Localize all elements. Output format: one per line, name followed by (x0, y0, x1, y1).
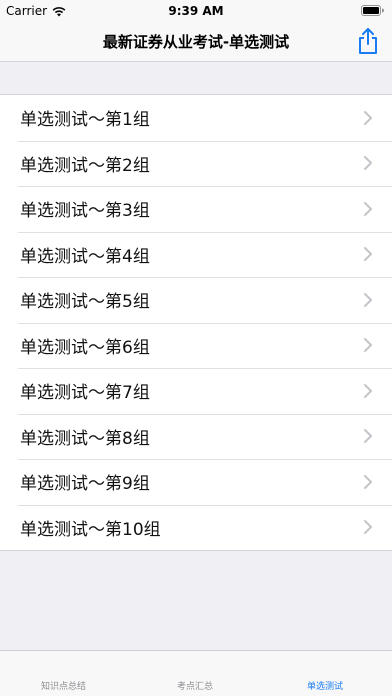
list-item[interactable]: 单选测试～第3组 (0, 186, 392, 232)
list-item[interactable]: 单选测试～第1组 (0, 95, 392, 141)
tab-knowledge-summary[interactable]: 知识点总结 (41, 679, 86, 692)
chevron-right-icon (364, 429, 372, 444)
list-item-label: 单选测试～第7组 (20, 383, 150, 404)
tab-single-choice-test[interactable]: 单选测试 (307, 679, 343, 692)
list-item-label: 单选测试～第9组 (20, 474, 150, 495)
chevron-right-icon (364, 247, 372, 262)
list-item-label: 单选测试～第3组 (20, 201, 150, 222)
chevron-right-icon (364, 520, 372, 535)
share-icon[interactable] (356, 27, 380, 55)
list-item[interactable]: 单选测试～第6组 (0, 322, 392, 369)
status-bar: Carrier 9:39 AM (0, 0, 392, 22)
chevron-right-icon (364, 110, 372, 125)
chevron-right-icon (364, 156, 372, 171)
list-item-label: 单选测试～第5组 (20, 292, 150, 313)
list-item-label: 单选测试～第6组 (20, 337, 150, 358)
chevron-right-icon (364, 201, 372, 216)
list-item-label: 单选测试～第10组 (20, 519, 161, 540)
chevron-right-icon (364, 292, 372, 307)
tab-exam-points[interactable]: 考点汇总 (177, 679, 213, 692)
list-item-label: 单选测试～第8组 (20, 428, 150, 449)
battery-icon (361, 5, 384, 16)
list-item[interactable]: 单选测试～第9组 (0, 459, 392, 505)
chevron-right-icon (364, 338, 372, 353)
status-time: 9:39 AM (168, 4, 224, 18)
list-item[interactable]: 单选测试～第2组 (0, 140, 392, 187)
tab-bar: 知识点总结 考点汇总 单选测试 (0, 650, 392, 696)
list-item[interactable]: 单选测试～第10组 (0, 504, 392, 551)
navigation-bar: 最新证券从业考试-单选测试 (0, 22, 392, 62)
list-item-label: 单选测试～第4组 (20, 246, 150, 267)
test-group-list: 单选测试～第1组 单选测试～第2组 单选测试～第3组 单选测试～第4组 单选测试… (0, 94, 392, 551)
page-title: 最新证券从业考试-单选测试 (102, 33, 290, 51)
chevron-right-icon (364, 474, 372, 489)
chevron-right-icon (364, 383, 372, 398)
list-item[interactable]: 单选测试～第8组 (0, 413, 392, 460)
list-item[interactable]: 单选测试～第5组 (0, 277, 392, 323)
list-item-label: 单选测试～第1组 (20, 110, 150, 131)
list-item-label: 单选测试～第2组 (20, 155, 150, 176)
list-item[interactable]: 单选测试～第4组 (0, 231, 392, 278)
list-item[interactable]: 单选测试～第7组 (0, 368, 392, 414)
